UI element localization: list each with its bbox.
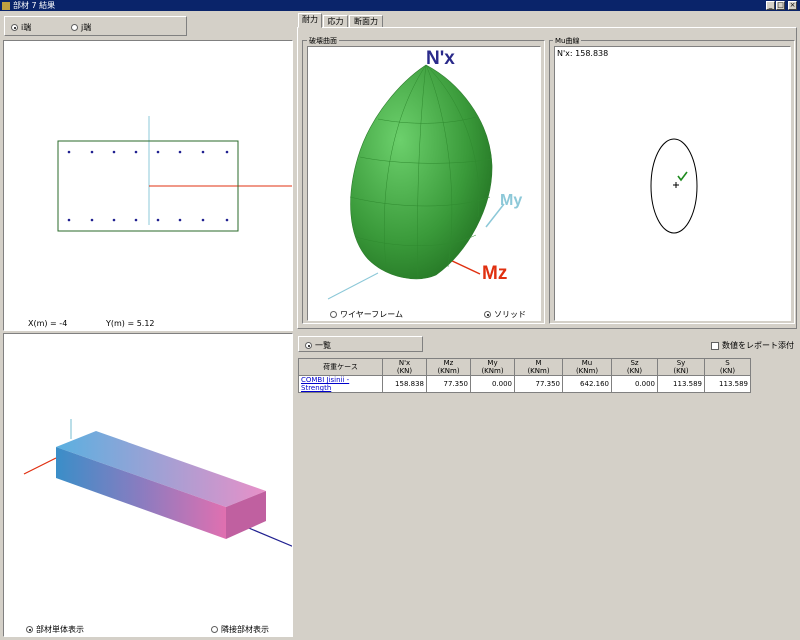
col-header[interactable]: 荷重ケース — [298, 358, 383, 376]
report-attach-label: 数値をレポート添付 — [722, 341, 794, 350]
cell-m: 77.350 — [514, 375, 563, 393]
radio-icon — [71, 24, 78, 31]
list-radio-group[interactable]: 一覧 — [298, 336, 423, 352]
wireframe-label: ワイヤーフレーム — [340, 310, 404, 319]
origin-cross-icon — [673, 182, 679, 188]
mu-ellipse — [650, 138, 698, 234]
mz-axis — [447, 258, 481, 275]
member-3d-drawing — [23, 419, 295, 548]
cell-s: 113.589 — [704, 375, 751, 393]
col-header[interactable]: Mu (KNm) — [562, 358, 612, 376]
col-header[interactable]: Sz (KN) — [611, 358, 658, 376]
single-member-label: 部材単体表示 — [36, 625, 84, 634]
mu-curve-drawing — [650, 138, 698, 234]
radio-icon — [484, 311, 491, 318]
app-icon — [2, 1, 10, 10]
coord-y-readout: Y(m) = 5.12 — [106, 319, 155, 328]
axis-mz-label: Mz — [482, 263, 507, 284]
blue-axis — [243, 525, 295, 548]
checkbox-icon — [711, 341, 719, 350]
table-header-row: 荷重ケース N'x (KN) Mz (KNm) My (KNm) M (KNm) Mu(… — [298, 358, 751, 376]
col-header[interactable]: S (KN) — [704, 358, 751, 376]
adjacent-member-label: 隣接部材表示 — [221, 625, 269, 634]
table-row[interactable]: COMBI Jisinii - Strength 158.838 77.350 … — [298, 375, 751, 393]
cell-my: 0.000 — [470, 375, 515, 393]
end-selector-group: i端 j端 — [4, 16, 187, 36]
radio-icon — [211, 626, 218, 633]
radio-i-label: i端 — [21, 23, 32, 32]
mu-curve-label: Mu曲線 — [553, 36, 582, 46]
window-title: 部材 7 結果 — [13, 1, 56, 10]
failure-surface-shape — [350, 64, 493, 280]
checkmark-icon — [677, 171, 688, 182]
radio-j-end[interactable]: j端 — [71, 22, 91, 33]
col-header[interactable]: Mz (KNm) — [426, 358, 471, 376]
cell-sy: 113.589 — [657, 375, 705, 393]
col-header[interactable]: N'x (KN) — [382, 358, 427, 376]
cell-mu: 642.160 — [562, 375, 612, 393]
radio-j-label: j端 — [81, 23, 92, 32]
maximize-button[interactable]: □ — [776, 1, 785, 10]
radio-single-member[interactable]: 部材単体表示 — [26, 624, 84, 635]
section-view[interactable]: X(m) = -4 Y(m) = 5.12 — [3, 40, 294, 331]
failure-surface-view[interactable]: N'x My Mz ワイヤーフレーム ソリッド — [307, 46, 541, 321]
axis-nx-label: N'x — [426, 48, 455, 69]
red-axis — [23, 457, 57, 475]
radio-adjacent-member[interactable]: 隣接部材表示 — [211, 624, 269, 635]
solid-label: ソリッド — [494, 310, 526, 319]
col-header[interactable]: M (KNm) — [514, 358, 563, 376]
radio-icon — [11, 24, 18, 31]
results-table: 荷重ケース N'x (KN) Mz (KNm) My (KNm) M (KNm) Mu(… — [298, 358, 751, 393]
list-label: 一覧 — [315, 341, 331, 350]
radio-i-end[interactable]: i端 — [11, 22, 31, 33]
coord-x-readout: X(m) = -4 — [28, 319, 68, 328]
radio-wireframe[interactable]: ワイヤーフレーム — [330, 309, 403, 320]
col-header[interactable]: Sy (KN) — [657, 358, 705, 376]
minimize-button[interactable]: _ — [766, 1, 775, 10]
failure-surface-drawing: N'x My Mz — [327, 48, 522, 300]
failure-surface-label: 破壊曲面 — [307, 36, 339, 46]
tab-capacity[interactable]: 耐力 — [298, 13, 322, 28]
cell-mz: 77.350 — [426, 375, 471, 393]
cell-sz: 0.000 — [611, 375, 658, 393]
results-table-wrapper: 荷重ケース N'x (KN) Mz (KNm) My (KNm) M (KNm) Mu(… — [298, 358, 751, 393]
cell-nx: 158.838 — [382, 375, 427, 393]
my-axis-back — [327, 272, 379, 300]
load-case-link[interactable]: COMBI Jisinii - Strength — [298, 375, 383, 393]
col-header[interactable]: My (KNm) — [470, 358, 515, 376]
title-bar: 部材 7 結果 _ □ × — [0, 0, 800, 11]
nx-readout: N'x: 158.838 — [557, 49, 609, 58]
section-drawing — [57, 116, 294, 232]
mu-curve-view[interactable]: N'x: 158.838 — [554, 46, 791, 321]
member-3d-view[interactable]: 部材単体表示 隣接部材表示 — [3, 333, 295, 637]
report-attach-checkbox[interactable]: 数値をレポート添付 — [711, 340, 794, 351]
axis-my-label: My — [500, 192, 522, 209]
close-button[interactable]: × — [788, 1, 797, 10]
radio-icon — [305, 342, 312, 349]
radio-solid[interactable]: ソリッド — [484, 309, 526, 320]
radio-icon — [26, 626, 33, 633]
radio-icon — [330, 311, 337, 318]
